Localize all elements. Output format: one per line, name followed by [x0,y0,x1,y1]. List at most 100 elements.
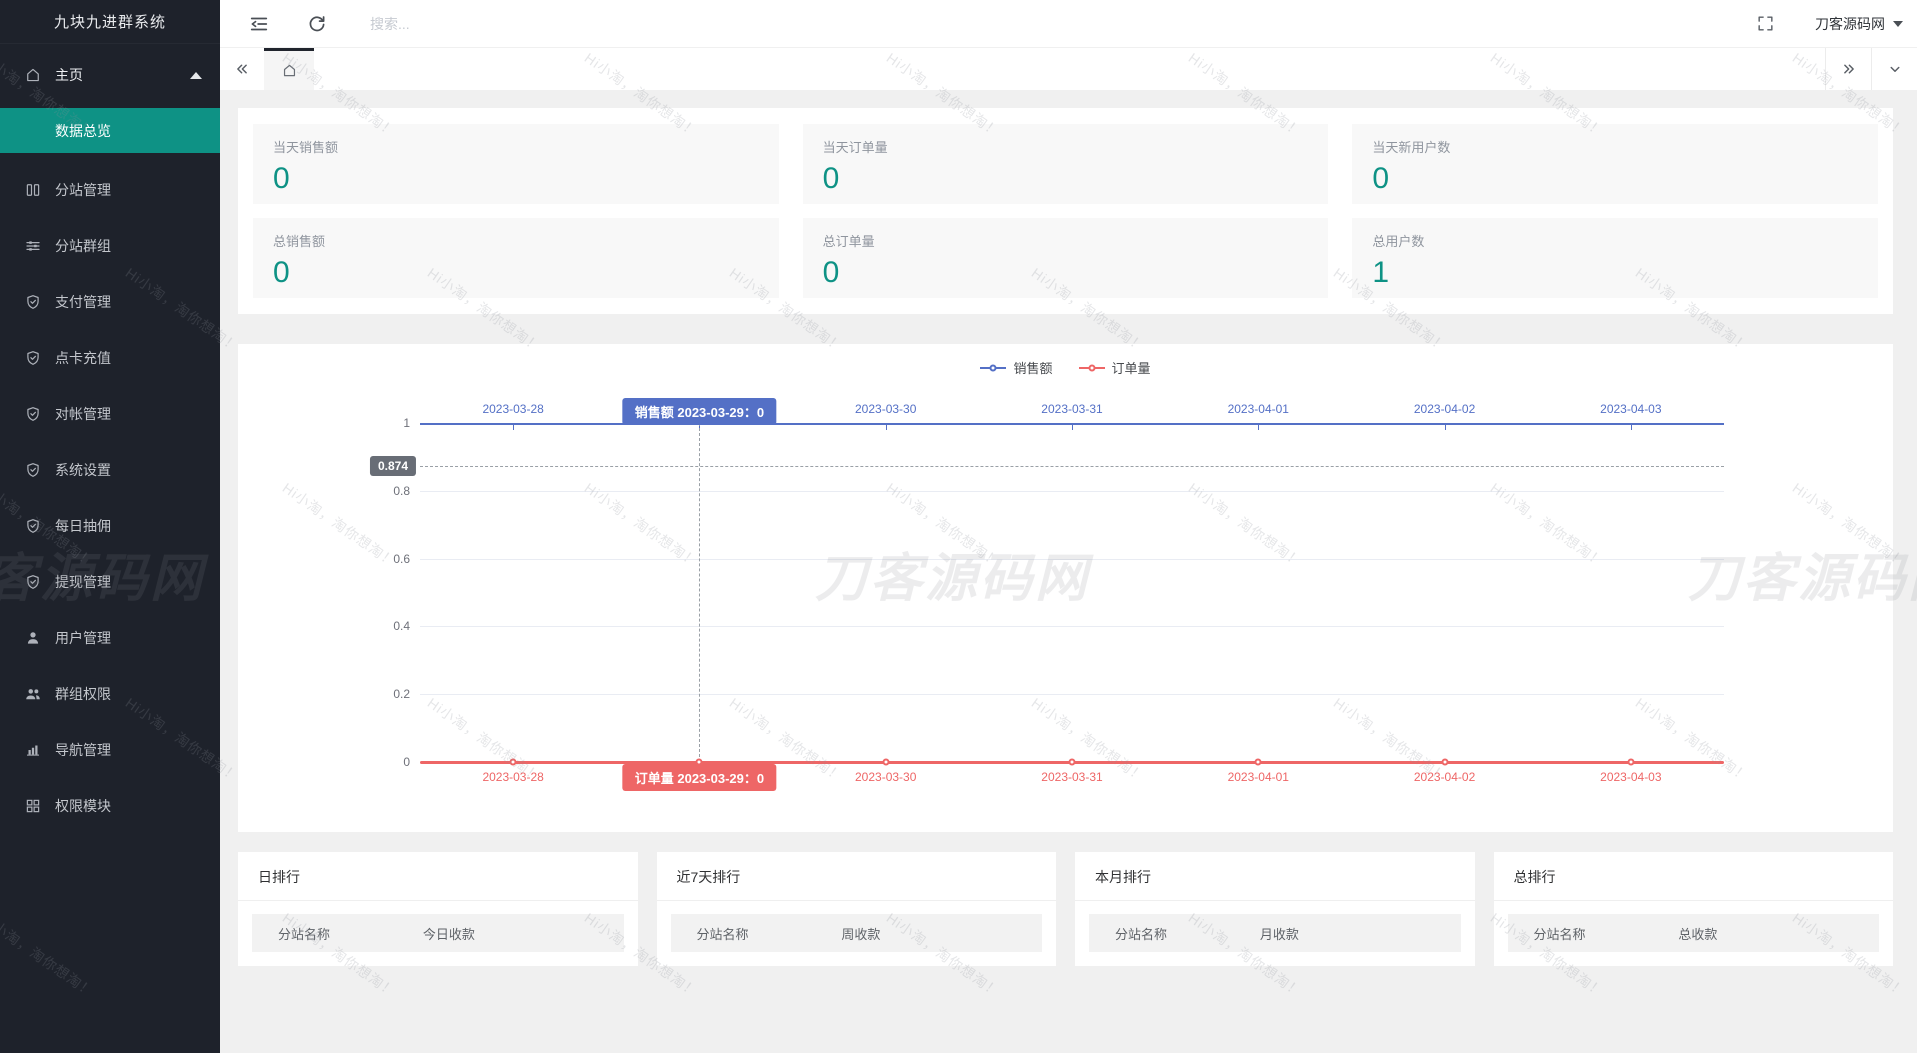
tabs-scroll-right-icon[interactable] [1825,48,1871,90]
column-header: 今日收款 [423,924,624,943]
sidebar-item-home[interactable]: 主页 [0,52,220,98]
sidebar-item-permission-module[interactable]: 权限模块 [0,783,220,829]
ranking-card-body: 分站名称月收款 [1075,901,1475,965]
x-axis-tick [513,425,514,430]
search-input[interactable] [370,16,650,32]
x-label-top: 2023-03-31 [1041,402,1102,416]
x-axis-tick [1258,425,1259,430]
chevron-up-icon [190,72,202,79]
legend-item-orders[interactable]: 订单量 [1079,358,1151,377]
stat-value: 1 [1372,256,1858,289]
x-label-bottom: 2023-04-02 [1414,770,1475,784]
stat-label: 总用户数 [1372,231,1858,250]
grid-line [420,626,1724,627]
user-dropdown[interactable]: 刀客源码网 [1815,14,1903,34]
tab-bar [220,48,1917,90]
x-axis-tick [886,425,887,430]
series-marker-orders [1627,759,1634,766]
x-label-top: 2023-04-02 [1414,402,1475,416]
sidebar-item-data-overview[interactable]: 数据总览 [0,108,220,153]
sidebar-item-pay-manage[interactable]: 支付管理 [0,279,220,325]
shield-check-icon [24,573,42,591]
tabs-scroll-left-icon[interactable] [220,48,264,90]
axis-tooltip-top: 销售额 2023-03-29：0 [623,398,776,425]
sidebar-item-label: 每日抽佣 [55,516,111,536]
navbar-right: 刀客源码网 [1756,14,1917,34]
sidebar-item-label: 支付管理 [55,292,111,312]
sidebar-item-reconcile-manage[interactable]: 对帐管理 [0,391,220,437]
tabs-menu-icon[interactable] [1871,48,1917,90]
x-label-top: 2023-03-30 [855,402,916,416]
sidebar-item-site-manage[interactable]: 分站管理 [0,167,220,213]
sidebar-item-label: 导航管理 [55,740,111,760]
crosshair-y-label: 0.874 [370,456,416,476]
axis-tooltip-bottom: 订单量 2023-03-29：0 [623,764,776,791]
x-label-bottom: 2023-04-03 [1600,770,1661,784]
sidebar-item-group-permission[interactable]: 群组权限 [0,671,220,717]
sidebar-item-withdraw-manage[interactable]: 提现管理 [0,559,220,605]
sidebar-item-label: 点卡充值 [55,348,111,368]
y-tick-label: 0.6 [393,552,410,566]
user-icon [24,629,42,647]
y-tick-label: 0 [403,755,410,769]
column-header: 总收款 [1678,924,1879,943]
sidebar-item-daily-commission[interactable]: 每日抽佣 [0,503,220,549]
x-label-top: 2023-03-28 [482,402,543,416]
tab-bar-right [1825,48,1917,90]
stat-card: 总订单量0 [803,218,1329,298]
column-header: 分站名称 [671,924,842,943]
user-name: 刀客源码网 [1815,14,1885,34]
x-label-top: 2023-04-01 [1228,402,1289,416]
ranking-card: 日排行分站名称今日收款 [238,852,638,966]
x-label-bottom: 2023-03-30 [855,770,916,784]
series-marker-orders [510,759,517,766]
main-area: 刀客源码网 [220,0,1917,1053]
collapse-menu-icon[interactable] [248,13,270,35]
y-tick-label: 0.2 [393,687,410,701]
y-tick-label: 1 [403,416,410,430]
shield-check-icon [24,349,42,367]
crosshair-vertical [699,423,700,762]
series-marker-orders [1069,759,1076,766]
sidebar-item-label: 群组权限 [55,684,111,704]
stat-value: 0 [823,162,1309,195]
app-title: 九块九进群系统 [0,0,220,44]
users-icon [24,685,42,703]
series-marker-orders [1255,759,1262,766]
column-header: 分站名称 [1089,924,1260,943]
sidebar-item-system-settings[interactable]: 系统设置 [0,447,220,493]
column-header: 分站名称 [1508,924,1679,943]
home-icon [24,66,42,84]
x-label-bottom: 2023-04-01 [1228,770,1289,784]
stat-value: 0 [273,256,759,289]
ranking-card: 近7天排行分站名称周收款 [657,852,1057,966]
refresh-icon[interactable] [306,13,328,35]
ranking-card: 本月排行分站名称月收款 [1075,852,1475,966]
stats-grid: 当天销售额0当天订单量0当天新用户数0总销售额0总订单量0总用户数1 [253,124,1878,298]
sidebar-item-site-group[interactable]: 分站群组 [0,223,220,269]
legend-label: 订单量 [1112,358,1151,377]
ranking-card-title: 日排行 [238,852,638,901]
sidebar-item-card-recharge[interactable]: 点卡充值 [0,335,220,381]
tab-home[interactable] [264,48,314,90]
x-axis-tick [1072,425,1073,430]
ranking-table-header: 分站名称总收款 [1508,914,1880,952]
x-axis-tick [1445,425,1446,430]
stat-label: 总订单量 [823,231,1309,250]
sidebar-item-user-manage[interactable]: 用户管理 [0,615,220,661]
legend-item-sales[interactable]: 销售额 [980,358,1052,377]
legend-marker-red [1079,367,1105,369]
sidebar-item-label: 系统设置 [55,460,111,480]
y-tick-label: 0.4 [393,619,410,633]
ranking-card: 总排行分站名称总收款 [1494,852,1894,966]
fullscreen-icon[interactable] [1756,14,1775,33]
ranking-table-header: 分站名称周收款 [671,914,1043,952]
legend-label: 销售额 [1013,358,1052,377]
page-content: 当天销售额0当天订单量0当天新用户数0总销售额0总订单量0总用户数1 销售额 订… [220,90,1917,1053]
ranking-card-body: 分站名称今日收款 [238,901,638,965]
x-label-bottom: 2023-03-31 [1041,770,1102,784]
stat-value: 0 [1372,162,1858,195]
stat-card: 当天新用户数0 [1352,124,1878,204]
sidebar-item-nav-manage[interactable]: 导航管理 [0,727,220,773]
sidebar-item-label: 用户管理 [55,628,111,648]
